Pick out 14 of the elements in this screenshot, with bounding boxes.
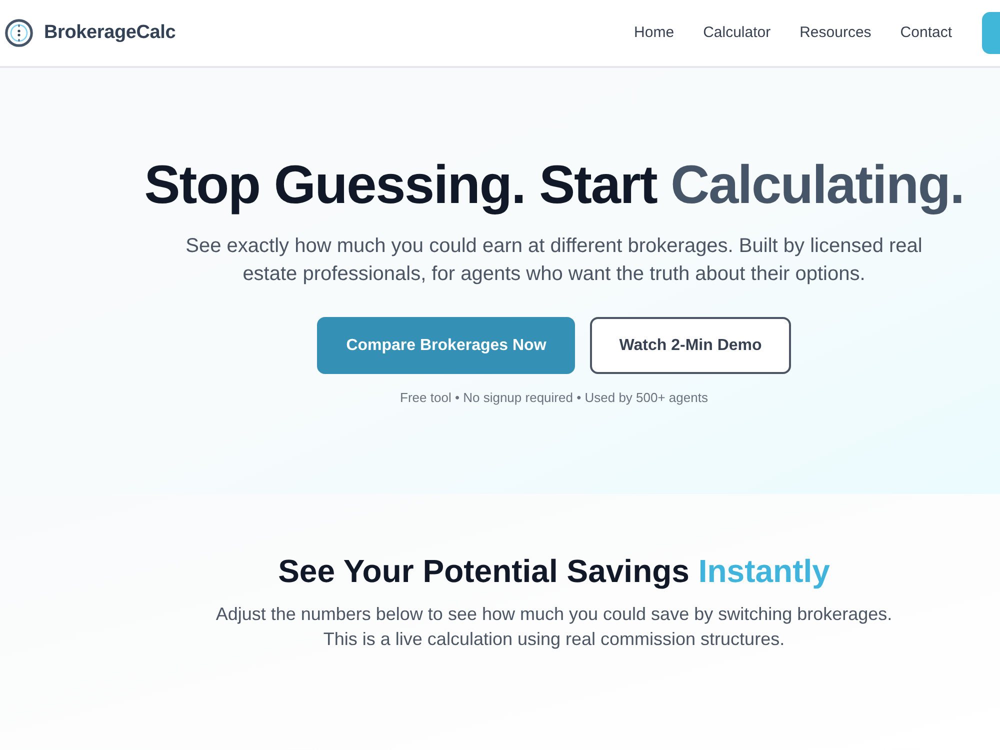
hero-headline: Stop Guessing. Start Calculating. bbox=[144, 155, 964, 215]
savings-description: Adjust the numbers below to see how much you could save by switching brokerages. This is a live calculation using real commission structures. bbox=[214, 603, 894, 651]
nav-link[interactable]: Home bbox=[634, 22, 674, 44]
nav-link[interactable]: Contact bbox=[900, 22, 952, 44]
savings-heading: See Your Potential Savings Instantly bbox=[278, 552, 830, 591]
nav-link[interactable]: Resources bbox=[800, 22, 872, 44]
logo-icon bbox=[5, 19, 33, 47]
hero-subtitle: See exactly how much you could earn at different brokerages. Built by licensed real estate professionals, for agents who want the truth about their options. bbox=[184, 234, 924, 287]
nav-action-button[interactable] bbox=[982, 12, 1000, 54]
hero-note: Free tool • No signup required • Used by 500+ agents bbox=[400, 389, 708, 407]
demo-button[interactable]: Watch 2-Min Demo bbox=[590, 317, 791, 374]
compare-button[interactable]: Compare Brokerages Now bbox=[317, 317, 576, 374]
nav-link[interactable]: Calculator bbox=[703, 22, 771, 44]
brand-name[interactable]: BrokerageCalc bbox=[44, 18, 176, 48]
